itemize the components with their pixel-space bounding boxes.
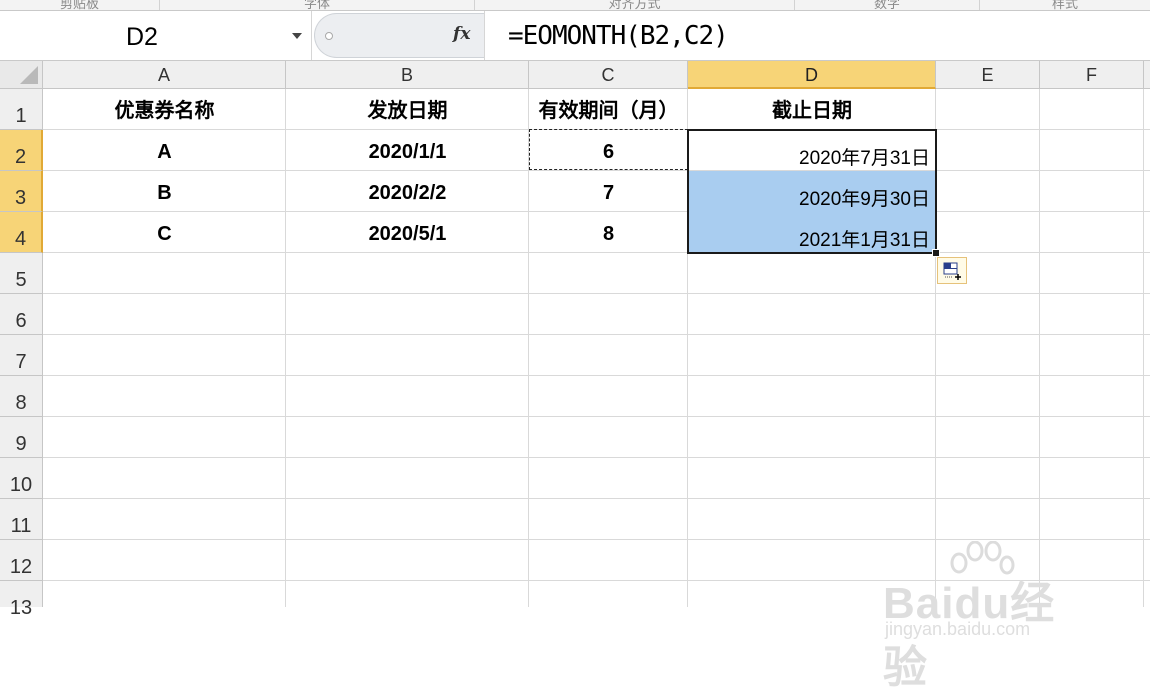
gridline — [43, 539, 1150, 540]
cell-a1[interactable]: 优惠券名称 — [43, 89, 286, 130]
row-header-3[interactable]: 3 — [0, 171, 43, 212]
column-header-e[interactable]: E — [936, 61, 1040, 89]
formula-bar: D2 fx =EOMONTH(B2,C2) — [0, 11, 1150, 61]
baidu-watermark: Baidu经验 jingyan.baidu.com — [883, 541, 1093, 692]
paw-logo-icon — [950, 541, 1015, 575]
cell-b1[interactable]: 发放日期 — [286, 89, 529, 130]
gridline — [43, 416, 1150, 417]
fill-handle[interactable] — [932, 249, 940, 257]
formula-tools: fx — [314, 13, 484, 58]
cell-c1[interactable]: 有效期间（月） — [529, 89, 688, 130]
column-header-f[interactable]: F — [1040, 61, 1144, 89]
row-header-4[interactable]: 4 — [0, 212, 43, 253]
ribbon-group-styles: 样式 — [980, 0, 1150, 10]
auto-fill-options-icon — [943, 262, 961, 280]
ribbon-group-alignment: 对齐方式 — [475, 0, 795, 10]
column-header-d[interactable]: D — [688, 61, 936, 89]
name-box[interactable]: D2 — [0, 11, 312, 60]
ribbon-group-label: 样式 — [1051, 0, 1078, 11]
column-header-g[interactable] — [1144, 61, 1150, 89]
gridline — [1039, 89, 1040, 607]
ribbon-group-label: 数字 — [873, 0, 900, 11]
cell-a3[interactable]: B — [43, 171, 286, 212]
divider — [484, 11, 485, 60]
copy-marquee — [529, 129, 688, 170]
auto-fill-options-button[interactable] — [937, 257, 967, 284]
row-header-8[interactable]: 8 — [0, 376, 43, 417]
select-all-triangle-icon — [20, 66, 38, 84]
gridline — [43, 375, 1150, 376]
cell-a4[interactable]: C — [43, 212, 286, 253]
selection-range-border — [687, 129, 937, 254]
gridline — [43, 334, 1150, 335]
row-header-2[interactable]: 2 — [0, 130, 43, 171]
cell-b2[interactable]: 2020/1/1 — [286, 130, 529, 171]
ribbon-group-labels: 剪贴板 字体 对齐方式 数字 样式 — [0, 0, 1150, 11]
row-header-11[interactable]: 11 — [0, 499, 43, 540]
spreadsheet-grid: A B C D E F 1 2 3 4 5 6 7 8 9 10 11 12 1… — [0, 61, 1150, 692]
cell-b3[interactable]: 2020/2/2 — [286, 171, 529, 212]
row-header-10[interactable]: 10 — [0, 458, 43, 499]
resize-grip-icon[interactable] — [325, 32, 333, 40]
gridline — [43, 293, 1150, 294]
ribbon-group-label: 对齐方式 — [608, 0, 661, 11]
chevron-down-icon[interactable] — [292, 33, 302, 39]
row-header-5[interactable]: 5 — [0, 253, 43, 294]
row-header-7[interactable]: 7 — [0, 335, 43, 376]
name-box-value: D2 — [126, 23, 158, 51]
cell-b4[interactable]: 2020/5/1 — [286, 212, 529, 253]
gridline — [43, 457, 1150, 458]
function-icon[interactable]: fx — [453, 24, 470, 44]
ribbon-group-number: 数字 — [795, 0, 980, 10]
row-header-6[interactable]: 6 — [0, 294, 43, 335]
column-header-a[interactable]: A — [43, 61, 286, 89]
column-header-b[interactable]: B — [286, 61, 529, 89]
row-header-13[interactable]: 13 — [0, 581, 43, 619]
gridline — [43, 498, 1150, 499]
watermark-brand: Baidu经验 — [883, 579, 1056, 692]
cell-d1[interactable]: 截止日期 — [688, 89, 936, 130]
watermark-url: jingyan.baidu.com — [885, 619, 1031, 639]
gridline — [43, 580, 1150, 581]
cell-a2[interactable]: A — [43, 130, 286, 171]
ribbon-group-font: 字体 — [160, 0, 475, 10]
ribbon-group-clipboard: 剪贴板 — [0, 0, 160, 10]
row-header-12[interactable]: 12 — [0, 540, 43, 581]
gridline — [1143, 89, 1144, 607]
cell-c3[interactable]: 7 — [529, 171, 688, 212]
ribbon-group-label: 字体 — [303, 0, 330, 11]
fx-label: fx — [453, 24, 471, 44]
ribbon-group-label: 剪贴板 — [59, 0, 99, 11]
row-header-1[interactable]: 1 — [0, 89, 43, 130]
cell-c4[interactable]: 8 — [529, 212, 688, 253]
select-all-button[interactable] — [0, 61, 43, 89]
formula-input[interactable]: =EOMONTH(B2,C2) — [508, 21, 729, 51]
row-header-9[interactable]: 9 — [0, 417, 43, 458]
column-header-c[interactable]: C — [529, 61, 688, 89]
